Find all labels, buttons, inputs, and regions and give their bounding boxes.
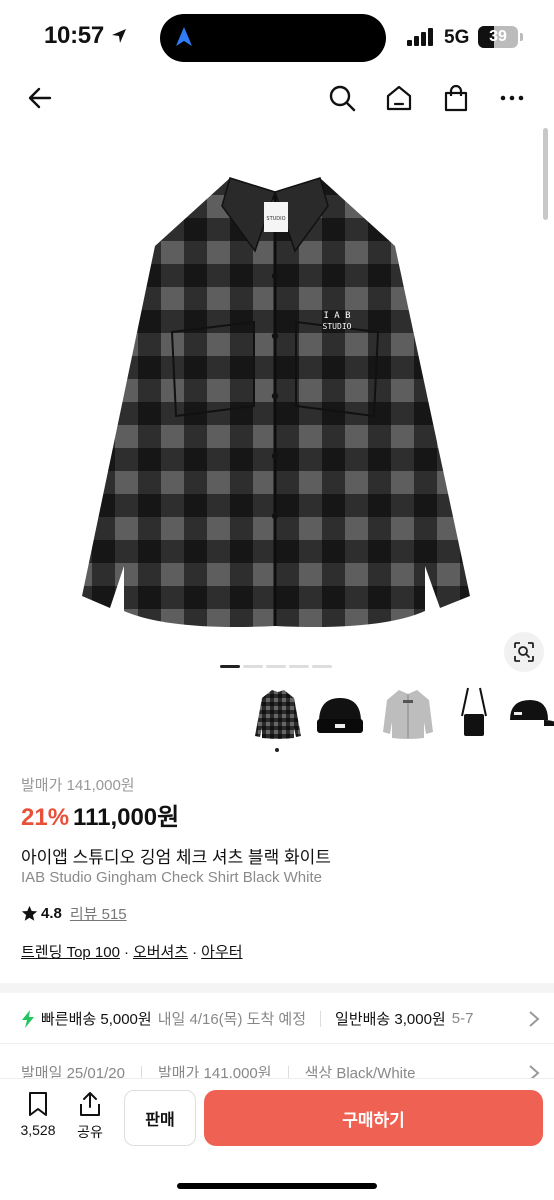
back-arrow-icon <box>28 87 52 109</box>
discount-rate: 21% <box>21 804 70 831</box>
lens-search-icon <box>514 642 534 662</box>
location-arrow-icon <box>112 29 126 43</box>
thumbnail-beanie[interactable] <box>312 684 368 742</box>
fast-shipping-label: 빠른배송 5,000원 <box>41 1011 152 1028</box>
thumbnail-selected-dot <box>275 748 279 752</box>
shipping-options[interactable]: 빠른배송 5,000원 내일 4/16(목) 도착 예정 일반배송 3,000원… <box>0 994 554 1044</box>
carousel-page-indicator <box>220 665 332 668</box>
more-button[interactable] <box>494 80 530 116</box>
normal-shipping-date: 5-7 <box>451 1010 474 1027</box>
rating-score: 4.8 <box>41 905 62 922</box>
carousel-dot <box>243 665 263 668</box>
shopping-bag-icon <box>444 84 468 112</box>
bottom-action-bar: 3,528 공유 판매 구매하기 <box>0 1078 554 1200</box>
thumbnail-grey-jacket[interactable] <box>380 684 436 742</box>
more-icon <box>500 95 524 101</box>
status-time: 10:57 <box>44 22 104 49</box>
tag-separator: · <box>192 944 198 961</box>
buy-button[interactable]: 구매하기 <box>204 1090 543 1146</box>
battery-icon: 39 <box>478 26 518 48</box>
original-price: 발매가 141,000원 <box>21 777 135 794</box>
cap-thumbnail-image <box>510 700 554 726</box>
product-title-ko: 아이앱 스튜디오 깅엄 체크 셔츠 블랙 화이트 <box>21 848 331 867</box>
signal-bars-icon <box>407 28 433 46</box>
search-icon <box>329 85 356 112</box>
shipping-row: 빠른배송 5,000원 내일 4/16(목) 도착 예정 일반배송 3,000원… <box>21 1008 473 1029</box>
tag-overshirt[interactable]: 오버셔츠 <box>133 944 188 961</box>
carousel-dot <box>266 665 286 668</box>
product-image-carousel[interactable]: I A B STUDIO STUDIO <box>0 126 554 682</box>
carousel-dot <box>312 665 332 668</box>
carousel-dot <box>220 665 240 668</box>
share-label: 공유 <box>77 1124 103 1140</box>
bookmark-count: 3,528 <box>20 1122 56 1138</box>
normal-shipping-label: 일반배송 3,000원 <box>335 1011 446 1028</box>
rating-row: 4.8 리뷰 515 <box>21 903 127 924</box>
battery-cap <box>520 33 523 41</box>
back-button[interactable] <box>22 80 58 116</box>
section-divider <box>0 983 554 993</box>
share-button[interactable]: 공유 <box>68 1091 112 1142</box>
home-icon <box>386 85 412 111</box>
home-button[interactable] <box>381 80 417 116</box>
status-bar: 10:57 5G 39 <box>0 0 554 72</box>
fast-shipping-date: 내일 4/16(목) 도착 예정 <box>157 1011 307 1028</box>
image-search-button[interactable] <box>504 632 544 672</box>
bag-thumbnail-image <box>461 687 487 736</box>
product-title-en: IAB Studio Gingham Check Shirt Black Whi… <box>21 869 322 886</box>
product-image: I A B STUDIO STUDIO <box>82 177 470 627</box>
thumbnail-cap[interactable] <box>504 684 554 742</box>
tag-trending[interactable]: 트렌딩 Top 100 <box>21 944 120 961</box>
chevron-right-icon <box>529 1011 540 1027</box>
lightning-icon <box>22 1009 34 1028</box>
home-indicator <box>177 1183 377 1189</box>
navigation-arrow-icon <box>176 27 192 46</box>
scrollbar[interactable] <box>543 128 548 220</box>
jacket-thumbnail-image <box>383 690 433 739</box>
review-link[interactable]: 리뷰 515 <box>70 903 127 924</box>
shipping-divider <box>320 1010 322 1027</box>
cart-button[interactable] <box>438 80 474 116</box>
top-nav <box>0 72 554 126</box>
shirt-logo-line2: STUDIO <box>323 322 352 331</box>
category-tags: 트렌딩 Top 100 · 오버셔츠 · 아우터 <box>21 941 243 962</box>
carousel-dot <box>289 665 309 668</box>
sale-price: 111,000원 <box>73 804 180 831</box>
tag-separator: · <box>123 944 129 961</box>
battery-percent: 39 <box>489 28 507 45</box>
thumbnail-crossbody-bag[interactable] <box>446 684 502 742</box>
star-icon <box>21 905 38 921</box>
bookmark-button[interactable]: 3,528 <box>16 1091 60 1138</box>
related-thumbnails <box>250 684 554 748</box>
share-icon <box>80 1092 100 1116</box>
price-row: 21% 111,000원 <box>21 797 179 832</box>
tag-outer[interactable]: 아우터 <box>201 944 242 961</box>
sell-button[interactable]: 판매 <box>124 1090 196 1146</box>
bookmark-icon <box>29 1092 47 1116</box>
beanie-thumbnail-image <box>317 698 363 733</box>
neck-tag-text: STUDIO <box>266 216 285 222</box>
network-type: 5G <box>444 27 470 48</box>
shirt-logo-line1: I A B <box>323 311 350 321</box>
search-button[interactable] <box>324 80 360 116</box>
shirt-thumbnail-image <box>255 690 301 739</box>
thumbnail-check-shirt[interactable] <box>250 684 306 742</box>
